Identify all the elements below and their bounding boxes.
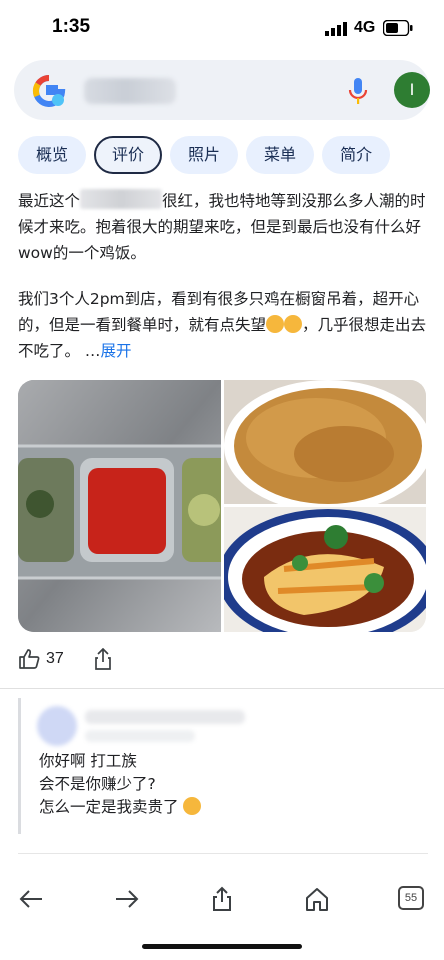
- share-icon[interactable]: [94, 648, 112, 670]
- google-logo-icon: [32, 74, 66, 107]
- microphone-icon[interactable]: [348, 76, 368, 106]
- owner-name-redacted: [85, 710, 245, 724]
- share-icon[interactable]: [209, 886, 235, 912]
- tab-menu[interactable]: 菜单: [246, 136, 315, 174]
- sad-emoji-icon: [183, 797, 202, 815]
- battery-icon: [383, 20, 413, 36]
- home-icon[interactable]: [304, 886, 330, 912]
- rice-image: [224, 380, 426, 504]
- expand-link[interactable]: 展开: [100, 342, 131, 360]
- account-avatar[interactable]: I: [394, 72, 430, 108]
- tab-reviews[interactable]: 评价: [94, 136, 163, 174]
- tab-photos[interactable]: 照片: [170, 136, 239, 174]
- signal-icon: [325, 22, 347, 36]
- section-divider: [0, 688, 444, 689]
- forward-arrow-icon[interactable]: [114, 886, 140, 912]
- review-photos: [18, 380, 426, 632]
- like-count: 37: [46, 650, 64, 667]
- back-arrow-icon[interactable]: [18, 886, 44, 912]
- status-bar: 1:35 4G: [0, 0, 444, 56]
- disappointed-emoji-icon: [284, 315, 303, 333]
- tab-switcher-button[interactable]: 55: [398, 886, 424, 910]
- photo-sauce-tray[interactable]: [18, 380, 221, 632]
- owner-avatar: [37, 706, 77, 746]
- review-body: 最近这个 很红，我也特地等到没那么多人潮的时候才来吃。抱着很大的期望来吃，但是到最…: [18, 188, 428, 384]
- section-divider: [18, 853, 428, 854]
- chicken-image: [224, 507, 426, 632]
- owner-reply-text: 你好啊 打工族 会不是你赚少了? 怎么一定是我卖贵了: [39, 750, 202, 819]
- search-bar[interactable]: I: [14, 60, 430, 120]
- redacted-name: [80, 189, 163, 209]
- photo-rice[interactable]: [224, 380, 426, 504]
- review-paragraph-2: 我们3个人2pm到店，看到有很多只鸡在橱窗吊着，超开心的，但是一看到餐单时，就有…: [18, 290, 427, 360]
- search-query-redacted[interactable]: [84, 78, 176, 104]
- browser-toolbar: 55: [0, 870, 444, 926]
- sauce-tray-image: [18, 380, 221, 632]
- disappointed-emoji-icon: [266, 315, 285, 333]
- owner-subtitle-redacted: [85, 730, 195, 742]
- tab-overview[interactable]: 概览: [18, 136, 87, 174]
- owner-reply: 你好啊 打工族 会不是你赚少了? 怎么一定是我卖贵了: [18, 698, 428, 834]
- thumbs-up-icon[interactable]: [18, 648, 40, 670]
- review-paragraph-1: 最近这个 很红，我也特地等到没那么多人潮的时候才来吃。抱着很大的期望来吃，但是到最…: [18, 188, 428, 266]
- home-indicator: [142, 944, 302, 949]
- tab-about[interactable]: 简介: [322, 136, 391, 174]
- place-tabs: 概览 评价 照片 菜单 简介: [18, 136, 391, 174]
- review-actions: 37: [18, 648, 218, 674]
- photo-chicken[interactable]: [224, 507, 426, 632]
- status-time: 1:35: [52, 16, 91, 37]
- network-label: 4G: [354, 19, 376, 36]
